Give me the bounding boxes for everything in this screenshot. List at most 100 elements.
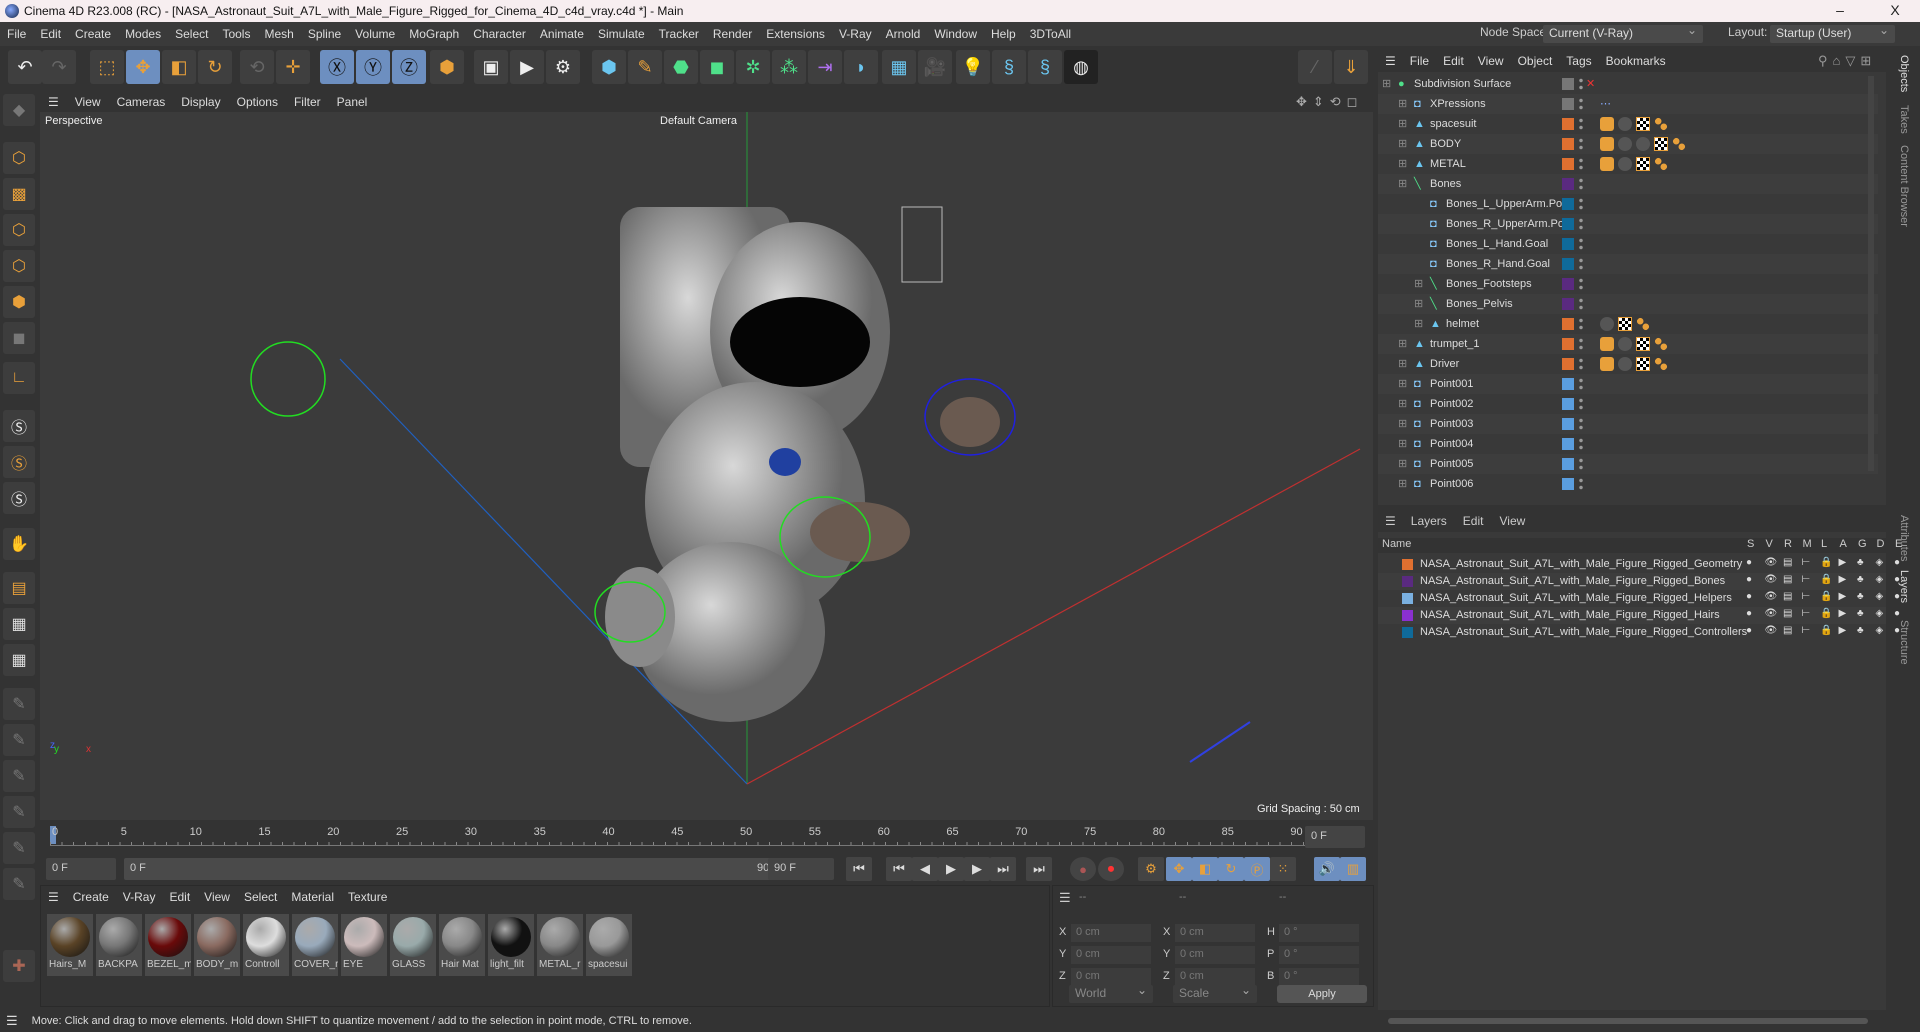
visibility-dots-icon[interactable] bbox=[1579, 317, 1583, 331]
layer-toggle-icon[interactable]: ▤ bbox=[1783, 557, 1792, 568]
material-swatch[interactable]: spacesui bbox=[586, 914, 632, 976]
material-tag-icon[interactable] bbox=[1618, 117, 1632, 131]
undo-button[interactable]: ↶ bbox=[8, 50, 42, 84]
points-mode-button[interactable]: ⬡ bbox=[3, 214, 35, 246]
object-menu-view[interactable]: View bbox=[1471, 54, 1511, 68]
layer-column-d[interactable]: D bbox=[1877, 538, 1885, 550]
material-menu-view[interactable]: View bbox=[197, 890, 237, 904]
layers-horizontal-scrollbar[interactable] bbox=[1388, 1018, 1868, 1024]
layer-column-g[interactable]: G bbox=[1858, 538, 1867, 550]
autokey-button[interactable]: ⏺ bbox=[1098, 857, 1124, 881]
layer-color-swatch[interactable] bbox=[1402, 576, 1413, 587]
layer-toggle-icon[interactable]: ▶ bbox=[1839, 608, 1847, 619]
go-to-start-button[interactable]: ⏮ bbox=[846, 857, 872, 881]
layer-toggle-icon[interactable]: ⊢ bbox=[1802, 608, 1811, 619]
z-axis-lock[interactable]: Ⓩ bbox=[392, 50, 426, 84]
visibility-dots-icon[interactable] bbox=[1579, 77, 1583, 91]
transform-tool[interactable]: ✛ bbox=[276, 50, 310, 84]
key-parameter-button[interactable]: Ⓟ bbox=[1244, 857, 1270, 881]
object-row[interactable]: ⊞ ◘ Point002 bbox=[1378, 394, 1878, 414]
layer-row[interactable]: NASA_Astronaut_Suit_A7L_with_Male_Figure… bbox=[1378, 556, 1900, 573]
layer-toggle-icon[interactable]: ⊢ bbox=[1802, 557, 1811, 568]
layer-toggle-icon[interactable]: ◈ bbox=[1876, 574, 1884, 585]
layer-color-swatch[interactable] bbox=[1562, 358, 1574, 370]
layer-color-swatch[interactable] bbox=[1562, 218, 1574, 230]
menu-edit[interactable]: Edit bbox=[33, 27, 68, 41]
material-swatch[interactable]: BACKPA bbox=[96, 914, 142, 976]
uv-mode-button[interactable]: ◼ bbox=[3, 322, 35, 354]
object-row[interactable]: ⊞ ◘ Point003 bbox=[1378, 414, 1878, 434]
layer-toggle-icon[interactable]: ◈ bbox=[1876, 608, 1884, 619]
mograph-cloner-button[interactable]: ✲ bbox=[736, 50, 770, 84]
deformer-button[interactable]: ⇥ bbox=[808, 50, 842, 84]
object-name[interactable]: spacesuit bbox=[1430, 118, 1476, 130]
ik-chain-button[interactable]: ✎ bbox=[3, 760, 35, 792]
visibility-dots-icon[interactable] bbox=[1579, 217, 1583, 231]
key-position-button[interactable]: ✥ bbox=[1166, 857, 1192, 881]
object-name[interactable]: Bones_R_UpperArm.Pole bbox=[1446, 218, 1573, 230]
object-name[interactable]: Bones_Footsteps bbox=[1446, 278, 1532, 290]
start-frame-field[interactable]: 0 F bbox=[46, 858, 116, 880]
y-axis-lock[interactable]: Ⓨ bbox=[356, 50, 390, 84]
key-pla-button[interactable]: ⁙ bbox=[1270, 857, 1296, 881]
object-row[interactable]: ⊞ ◘ Point004 bbox=[1378, 434, 1878, 454]
vray-tag-icon[interactable] bbox=[1654, 157, 1668, 171]
phong-tag-icon[interactable] bbox=[1600, 337, 1614, 351]
layer-toggle-icon[interactable]: 🔒 bbox=[1820, 574, 1832, 585]
layer-toggle-icon[interactable]: ⊢ bbox=[1802, 591, 1811, 602]
layer-color-swatch[interactable] bbox=[1562, 458, 1574, 470]
snap-button[interactable]: Ⓢ bbox=[3, 410, 35, 442]
layers-menu-layers[interactable]: Layers bbox=[1403, 514, 1455, 528]
phong-tag-icon[interactable] bbox=[1600, 137, 1614, 151]
material-menu-edit[interactable]: Edit bbox=[162, 890, 197, 904]
array-button[interactable]: ⁂ bbox=[772, 50, 806, 84]
object-row[interactable]: ⊞ ◘ XPressions ⋯ bbox=[1378, 94, 1878, 114]
layer-toggle-icon[interactable]: 🔒 bbox=[1820, 625, 1832, 636]
menu-volume[interactable]: Volume bbox=[348, 27, 402, 41]
material-tag-icon[interactable] bbox=[1636, 137, 1650, 151]
layer-color-swatch[interactable] bbox=[1562, 138, 1574, 150]
menu-tools[interactable]: Tools bbox=[215, 27, 257, 41]
layer-color-swatch[interactable] bbox=[1562, 258, 1574, 270]
record-keys-button[interactable]: ● bbox=[1070, 857, 1096, 881]
viewport-menu-cameras[interactable]: Cameras bbox=[109, 95, 174, 109]
edges-mode-button[interactable]: ⬡ bbox=[3, 250, 35, 282]
layer-color-swatch[interactable] bbox=[1562, 158, 1574, 170]
pen-spline-button[interactable]: ✎ bbox=[628, 50, 662, 84]
material-tag-icon[interactable] bbox=[1618, 157, 1632, 171]
layer-color-swatch[interactable] bbox=[1562, 118, 1574, 130]
layer-color-swatch[interactable] bbox=[1562, 478, 1574, 490]
menu-tracker[interactable]: Tracker bbox=[652, 27, 706, 41]
visibility-dots-icon[interactable] bbox=[1579, 457, 1583, 471]
light-button[interactable]: 💡 bbox=[956, 50, 990, 84]
side-tab-layers[interactable]: Layers bbox=[1898, 570, 1910, 603]
visibility-dots-icon[interactable] bbox=[1579, 357, 1583, 371]
workplane-button[interactable]: ▤ bbox=[3, 572, 35, 604]
layer-color-swatch[interactable] bbox=[1562, 198, 1574, 210]
material-swatch[interactable]: METAL_r bbox=[537, 914, 583, 976]
layer-toggle-icon[interactable]: ▶ bbox=[1839, 557, 1847, 568]
object-name[interactable]: XPressions bbox=[1430, 98, 1486, 110]
key-rotation-button[interactable]: ↻ bbox=[1218, 857, 1244, 881]
camera-button[interactable]: 🎥 bbox=[918, 50, 952, 84]
visibility-dots-icon[interactable] bbox=[1579, 157, 1583, 171]
polygons-mode-button[interactable]: ⬢ bbox=[3, 286, 35, 318]
visibility-dots-icon[interactable] bbox=[1579, 337, 1583, 351]
object-row[interactable]: ◘ Bones_L_Hand.Goal bbox=[1378, 234, 1878, 254]
layer-color-swatch[interactable] bbox=[1402, 593, 1413, 604]
close-button[interactable]: X bbox=[1875, 2, 1915, 18]
menu-select[interactable]: Select bbox=[168, 27, 215, 41]
material-swatch[interactable]: Hair Mat bbox=[439, 914, 485, 976]
object-search-filter-icons[interactable]: ⚲⌂▽⊞ bbox=[1818, 53, 1876, 69]
viewport-menu-options[interactable]: Options bbox=[229, 95, 286, 109]
expand-toggle-icon[interactable]: ⊞ bbox=[1382, 78, 1394, 90]
texture-tag-icon[interactable] bbox=[1636, 157, 1650, 171]
scale-tool[interactable]: ◧ bbox=[162, 50, 196, 84]
previous-key-button[interactable]: ⏮ bbox=[886, 857, 912, 881]
layer-toggle-icon[interactable]: 👁 bbox=[1765, 625, 1778, 636]
phong-tag-icon[interactable] bbox=[1600, 357, 1614, 371]
make-editable-button[interactable]: ◆ bbox=[3, 94, 35, 126]
coord-value-field[interactable]: 0 ° bbox=[1279, 924, 1359, 942]
expand-toggle-icon[interactable]: ⊞ bbox=[1398, 158, 1410, 170]
coord-value-field[interactable]: 0 cm bbox=[1071, 924, 1151, 942]
